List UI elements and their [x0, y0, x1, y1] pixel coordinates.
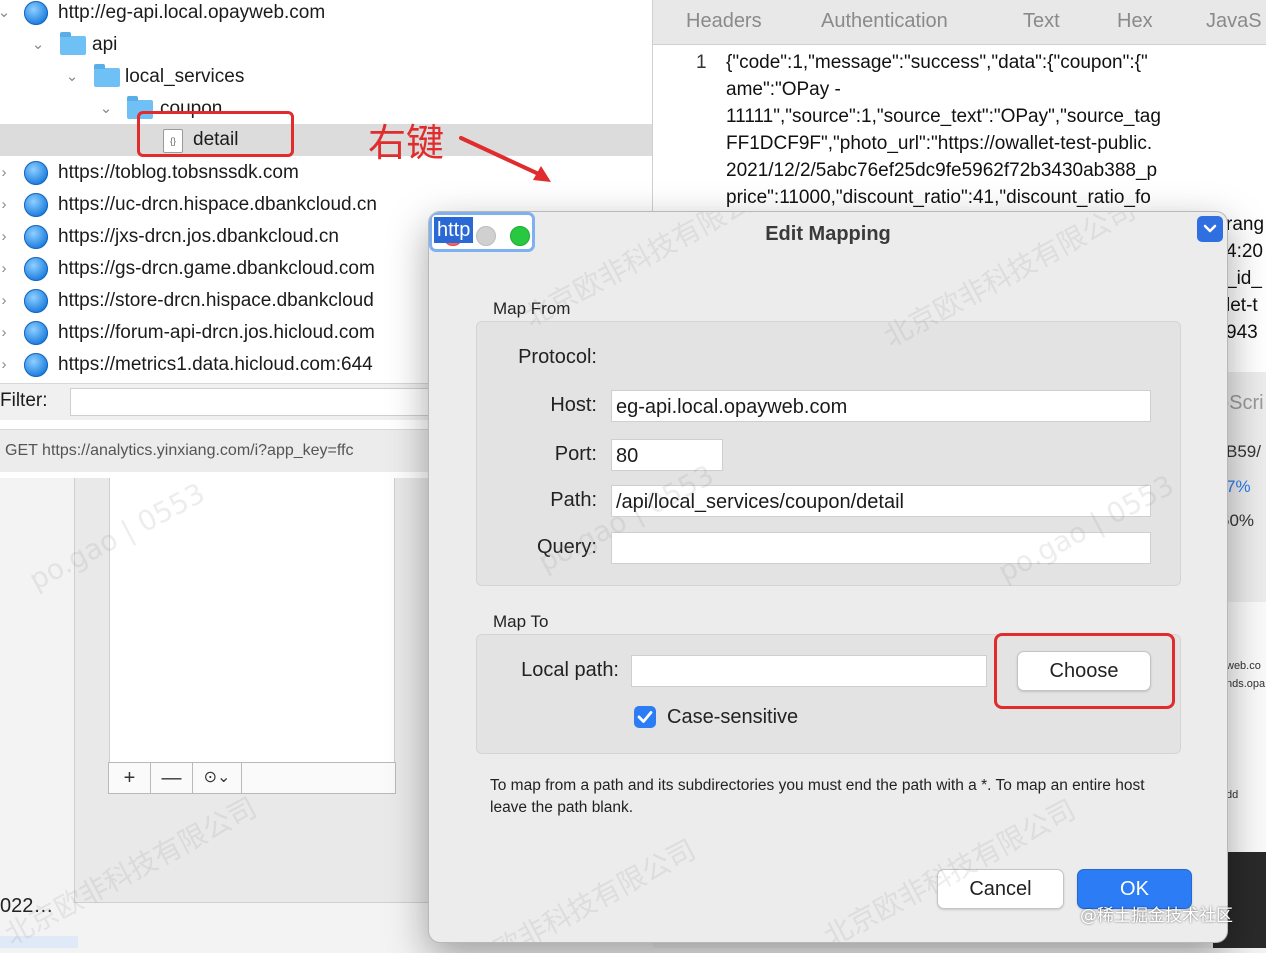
chevron-down-icon[interactable]: ⌄	[30, 29, 46, 61]
map-to-title: Map To	[493, 612, 549, 631]
globe-icon	[24, 1, 48, 25]
chevron-right-icon[interactable]: ›	[0, 285, 12, 317]
partial-value: 7%	[1226, 477, 1251, 496]
response-line: price":11000,"discount_ratio":41,"discou…	[726, 187, 1151, 208]
tree-item-label: https://jxs-drcn.jos.dbankcloud.cn	[58, 226, 339, 247]
local-path-label: Local path:	[521, 659, 619, 681]
tab-text[interactable]: Text	[1023, 10, 1060, 33]
protocol-value: http	[434, 217, 474, 243]
chevron-right-icon[interactable]: ›	[0, 253, 12, 285]
chevron-right-icon[interactable]: ›	[0, 189, 12, 221]
sidebar-selection	[0, 936, 78, 948]
tab-hex[interactable]: Hex	[1117, 10, 1153, 33]
line-number: 1	[696, 52, 707, 73]
chevron-down-icon[interactable]: ⌄	[98, 93, 114, 125]
case-sensitive-label: Case-sensitive	[667, 706, 799, 728]
chevron-right-icon[interactable]: ›	[0, 317, 12, 349]
tab-authentication[interactable]: Authentication	[821, 10, 948, 33]
tree-item-label: https://gs-drcn.game.dbankcloud.com	[58, 258, 375, 279]
host-input[interactable]: eg-api.local.opayweb.com	[611, 390, 1151, 422]
response-line: FF1DCF9F","photo_url":"https://owallet-t…	[726, 133, 1153, 154]
globe-icon	[24, 321, 48, 345]
filter-label: Filter:	[0, 390, 48, 411]
globe-icon	[24, 257, 48, 281]
protocol-label: Protocol:	[518, 346, 597, 368]
path-input[interactable]: /api/local_services/coupon/detail	[611, 485, 1151, 517]
tab-javascript[interactable]: JavaS	[1206, 10, 1262, 33]
chevron-right-icon[interactable]: ›	[0, 157, 12, 189]
annotation-box-detail	[137, 111, 294, 157]
globe-icon	[24, 193, 48, 217]
response-tabs: Headers Authentication Text Hex JavaS	[653, 0, 1266, 45]
chevron-down-icon[interactable]: ⌄	[0, 0, 12, 29]
tree-item-label: http://eg-api.local.opayweb.com	[58, 2, 326, 23]
chevron-right-icon[interactable]: ›	[0, 349, 12, 381]
annotation-box-choose	[994, 633, 1175, 709]
watermark: 北京欧非科技有限公司	[438, 833, 702, 943]
mapping-list[interactable]	[109, 478, 395, 765]
tree-row-host-eg-api[interactable]: ⌄ http://eg-api.local.opayweb.com	[0, 0, 652, 29]
cancel-button[interactable]: Cancel	[937, 869, 1064, 909]
query-input[interactable]	[611, 532, 1151, 564]
footer-watermark: @稀土掘金技术社区	[1080, 906, 1233, 926]
globe-icon	[24, 161, 48, 185]
tree-item-label: https://forum-api-drcn.jos.hicloud.com	[58, 322, 375, 343]
host-label: Host:	[550, 394, 597, 416]
status-text: GET https://analytics.yinxiang.com/i?app…	[5, 442, 354, 459]
port-label: Port:	[554, 443, 597, 465]
local-path-input[interactable]	[631, 655, 987, 687]
response-line: 2021/12/2/5abc76ef25dc9fe5962f72b3430ab3…	[726, 160, 1158, 181]
globe-icon	[24, 225, 48, 249]
add-button[interactable]: +	[109, 763, 151, 793]
annotation-right-click-text: 右键	[368, 121, 445, 165]
globe-icon	[24, 353, 48, 377]
partial-value: web.co	[1226, 660, 1261, 672]
tree-item-label: local_services	[125, 66, 245, 87]
folder-icon	[60, 32, 86, 55]
path-label: Path:	[550, 489, 597, 511]
response-line: ame":"OPay -	[726, 79, 841, 100]
chevron-right-icon[interactable]: ›	[0, 221, 12, 253]
response-fragment: 4:20	[1226, 241, 1263, 262]
sidebar-fragment: 022…	[0, 895, 54, 917]
tree-row-folder-coupon[interactable]: ⌄ coupon	[0, 93, 652, 125]
annotation-arrow-icon	[459, 136, 551, 182]
partial-value: nds.opa	[1226, 678, 1266, 690]
tree-item-label: https://store-drcn.hispace.dbankcloud	[58, 290, 374, 311]
response-fragment: rang	[1226, 214, 1265, 235]
response-fragment: _id_	[1226, 268, 1262, 289]
response-line: {"code":1,"message":"success","data":{"c…	[726, 52, 1148, 73]
query-label: Query:	[536, 536, 597, 558]
tree-row-folder-api[interactable]: ⌄ api	[0, 29, 652, 61]
dialog-title: Edit Mapping	[765, 223, 891, 245]
tree-item-label: https://uc-drcn.hispace.dbankcloud.cn	[58, 194, 377, 215]
map-from-title: Map From	[493, 299, 571, 318]
checkmark-icon	[637, 711, 653, 723]
remove-button[interactable]: —	[151, 763, 193, 793]
tree-item-label: api	[92, 34, 118, 55]
more-actions-button[interactable]: ⊙⌄	[193, 763, 242, 793]
case-sensitive-checkbox[interactable]	[634, 706, 656, 728]
tree-item-label: https://metrics1.data.hicloud.com:644	[58, 354, 373, 375]
partial-value: B59/	[1226, 442, 1261, 461]
response-fragment: let-t	[1226, 295, 1258, 316]
chevron-down-icon[interactable]: ⌄	[64, 61, 80, 93]
tab-headers[interactable]: Headers	[686, 10, 762, 33]
list-button-bar: + — ⊙⌄	[108, 762, 396, 794]
tree-item-label: https://toblog.tobsnssdk.com	[58, 162, 299, 183]
response-line: 11111","source":1,"source_text":"OPay","…	[726, 106, 1161, 127]
globe-icon	[24, 289, 48, 313]
mapping-list-sheet: + — ⊙⌄	[74, 478, 432, 903]
tree-row-folder-local-services[interactable]: ⌄ local_services	[0, 61, 652, 93]
port-input[interactable]: 80	[611, 439, 723, 471]
folder-icon	[94, 64, 120, 87]
response-fragment: 943	[1226, 322, 1258, 343]
chevron-down-icon	[1197, 216, 1223, 242]
mapping-hint: To map from a path and its subdirectorie…	[490, 777, 1145, 816]
edit-mapping-dialog: Edit Mapping Map From Protocol: http Hos…	[428, 211, 1228, 943]
